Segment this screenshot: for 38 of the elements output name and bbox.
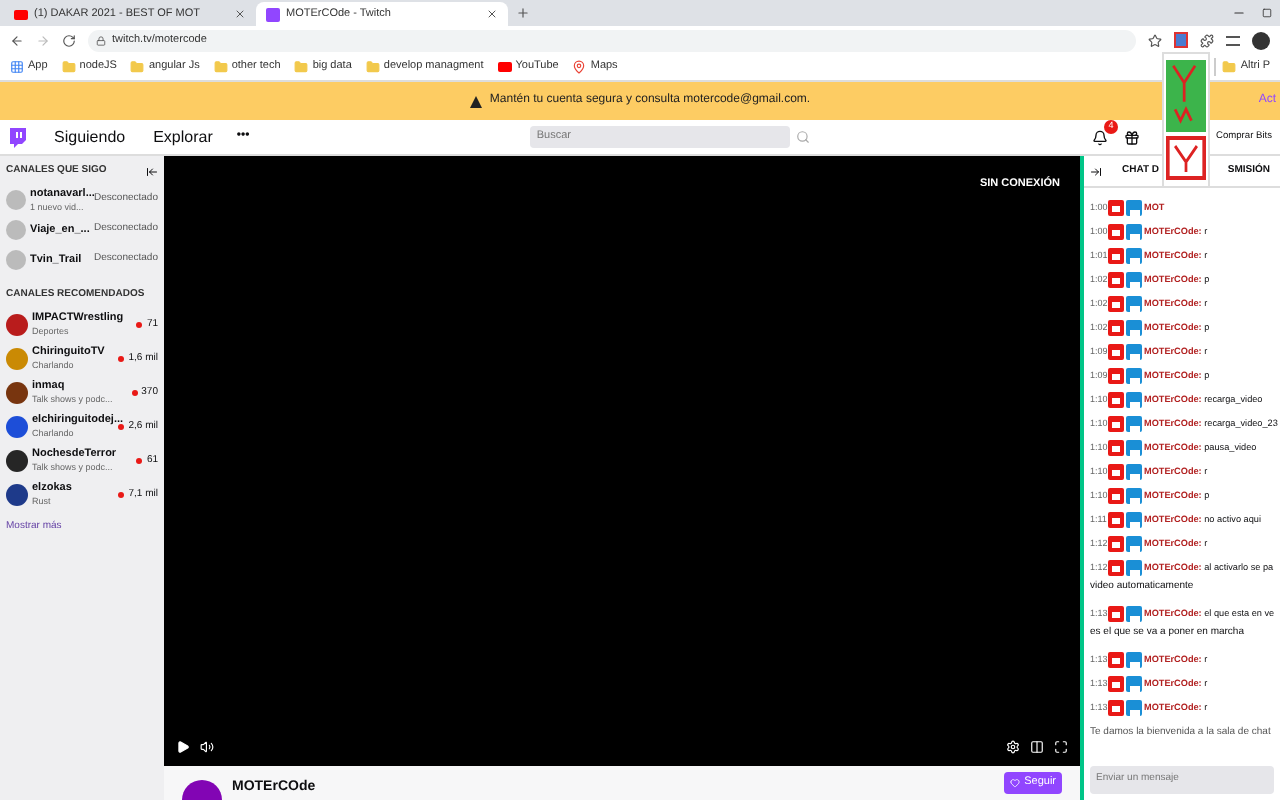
folder-icon (1222, 60, 1237, 74)
settings-icon[interactable] (1006, 740, 1020, 754)
folder-icon (61, 60, 76, 74)
reload-icon[interactable] (62, 33, 76, 47)
fullscreen-icon[interactable] (1054, 740, 1068, 754)
folder-icon (365, 60, 380, 74)
nav-link[interactable]: Explorar (153, 125, 213, 149)
puzzle-icon[interactable] (1200, 33, 1214, 47)
profile-avatar[interactable] (1252, 31, 1270, 49)
collapse-chat-icon[interactable] (1090, 165, 1102, 177)
warning-icon (469, 95, 482, 107)
chat-logo-icon (266, 7, 280, 21)
new-tab-icon[interactable] (516, 6, 530, 20)
collapse-icon[interactable] (146, 165, 158, 178)
minimize-icon[interactable] (1232, 6, 1246, 20)
volume-icon[interactable] (200, 740, 214, 754)
back-icon[interactable] (10, 33, 24, 47)
theater-mode-icon[interactable] (1030, 740, 1044, 754)
maximize-icon[interactable] (1262, 8, 1272, 18)
play-icon[interactable] (176, 740, 190, 754)
close-icon[interactable] (234, 8, 246, 20)
video-logo-icon (14, 9, 28, 19)
gift-icon[interactable] (1124, 129, 1141, 145)
notification-icon[interactable] (1092, 129, 1109, 145)
folder-icon (213, 60, 228, 74)
map-pin-icon (572, 60, 587, 74)
close-icon[interactable] (486, 8, 498, 20)
folder-icon (130, 60, 145, 74)
y-doodle-icon[interactable] (1166, 136, 1206, 180)
nav-link[interactable]: Siguiendo (54, 125, 126, 149)
heart-icon (1010, 778, 1021, 788)
video-logo-icon (497, 62, 512, 72)
menu-icon[interactable] (1226, 35, 1240, 45)
lock-icon (96, 35, 106, 45)
apps-icon (10, 60, 24, 74)
twitch-logo-icon[interactable] (8, 127, 26, 147)
folder-icon (294, 60, 309, 74)
bookmark-star-icon[interactable] (1148, 33, 1162, 47)
